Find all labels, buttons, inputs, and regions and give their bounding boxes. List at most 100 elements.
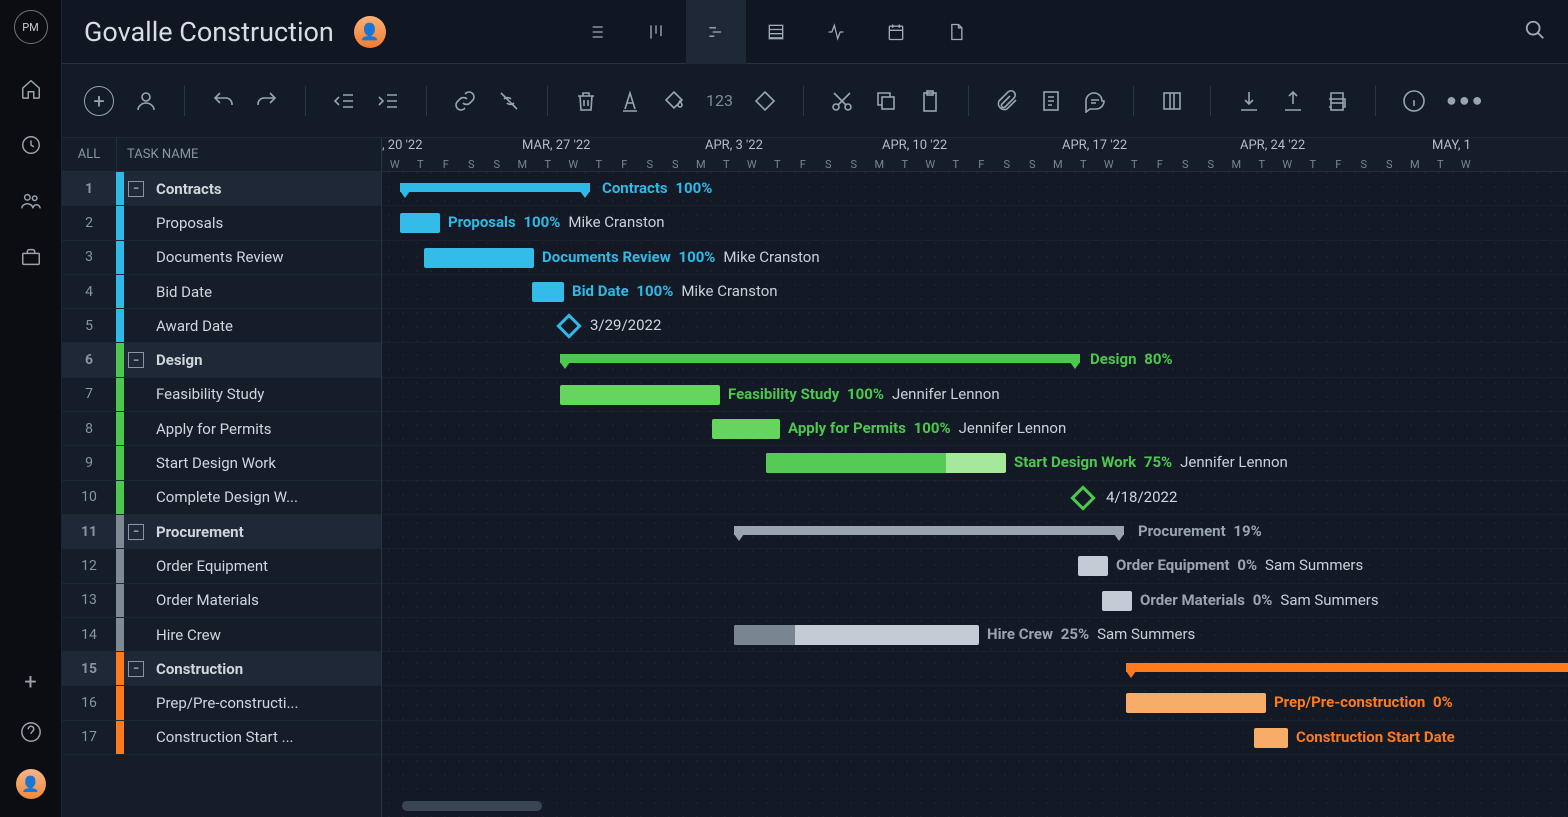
gantt-summary-bar[interactable]: [734, 526, 1124, 535]
task-group-row[interactable]: 1−Contracts: [62, 172, 381, 206]
undo-icon[interactable]: [211, 89, 235, 113]
gantt-task-bar[interactable]: [532, 282, 564, 302]
add-task-button[interactable]: +: [84, 86, 114, 116]
task-name-label: Complete Design W...: [124, 488, 298, 506]
attachment-icon[interactable]: [995, 89, 1019, 113]
gantt-task-bar[interactable]: [734, 625, 979, 645]
task-row[interactable]: 9Start Design Work: [62, 446, 381, 480]
gantt-milestone[interactable]: [1070, 485, 1095, 510]
import-icon[interactable]: [1237, 89, 1261, 113]
redo-icon[interactable]: [255, 89, 279, 113]
indent-icon[interactable]: [376, 89, 400, 113]
timeline-day: W: [739, 158, 765, 171]
task-row[interactable]: 4Bid Date: [62, 275, 381, 309]
col-task-name[interactable]: TASK NAME: [117, 147, 381, 162]
export-icon[interactable]: [1281, 89, 1305, 113]
gantt-summary-bar[interactable]: [400, 183, 590, 192]
team-icon[interactable]: [20, 190, 42, 212]
gantt-task-bar[interactable]: [400, 213, 440, 233]
gantt-task-bar[interactable]: [560, 385, 720, 405]
timeline-day: T: [765, 158, 791, 171]
timeline-day: F: [790, 158, 816, 171]
timeline-day: W: [1453, 158, 1479, 171]
more-icon[interactable]: ●●●: [1446, 90, 1485, 111]
timeline-date: APR, 24 '22: [1240, 138, 1305, 153]
collapse-icon[interactable]: −: [128, 181, 144, 197]
timeline-day: T: [1428, 158, 1454, 171]
gantt-task-bar[interactable]: [766, 453, 1006, 473]
gantt-task-bar[interactable]: [712, 419, 780, 439]
gantt-task-bar[interactable]: [424, 248, 534, 268]
timeline-day: T: [535, 158, 561, 171]
task-group-row[interactable]: 11−Procurement: [62, 515, 381, 549]
task-row[interactable]: 14Hire Crew: [62, 618, 381, 652]
gantt-task-bar[interactable]: [1126, 693, 1266, 713]
gantt-bar-label: Documents Review 100%Mike Cranston: [542, 248, 820, 266]
copy-icon[interactable]: [874, 89, 898, 113]
view-board-icon[interactable]: [626, 0, 686, 64]
view-gantt-icon[interactable]: [686, 0, 746, 64]
gantt-milestone[interactable]: [556, 313, 581, 338]
collapse-icon[interactable]: −: [128, 661, 144, 677]
gantt-summary-bar[interactable]: [560, 354, 1080, 363]
add-icon[interactable]: +: [24, 670, 36, 695]
user-avatar[interactable]: 👤: [16, 769, 46, 799]
notes-icon[interactable]: [1039, 89, 1063, 113]
view-file-icon[interactable]: [926, 0, 986, 64]
task-row[interactable]: 3Documents Review: [62, 241, 381, 275]
clock-icon[interactable]: [20, 134, 42, 156]
info-icon[interactable]: [1402, 89, 1426, 113]
fill-color-icon[interactable]: [662, 89, 686, 113]
task-row[interactable]: 8Apply for Permits: [62, 412, 381, 446]
task-row[interactable]: 13Order Materials: [62, 584, 381, 618]
timeline-day: W: [382, 158, 408, 171]
home-icon[interactable]: [20, 78, 42, 100]
search-button[interactable]: [1524, 19, 1546, 45]
gantt-chart[interactable]: , 20 '22 MAR, 27 '22APR, 3 '22APR, 10 '2…: [382, 138, 1568, 817]
task-row[interactable]: 7Feasibility Study: [62, 378, 381, 412]
cut-icon[interactable]: [830, 89, 854, 113]
task-row[interactable]: 16Prep/Pre-constructi...: [62, 686, 381, 720]
gantt-row: Prep/Pre-construction 0%: [382, 686, 1568, 720]
task-row[interactable]: 17Construction Start ...: [62, 721, 381, 755]
view-sheet-icon[interactable]: [746, 0, 806, 64]
project-owner-avatar[interactable]: 👤: [354, 16, 386, 48]
app-logo[interactable]: PM: [14, 10, 48, 44]
paste-icon[interactable]: [918, 89, 942, 113]
task-group-row[interactable]: 15−Construction: [62, 652, 381, 686]
timeline-day: S: [1020, 158, 1046, 171]
columns-icon[interactable]: [1160, 89, 1184, 113]
timeline-day: S: [1173, 158, 1199, 171]
task-row[interactable]: 2Proposals: [62, 206, 381, 240]
view-list-icon[interactable]: [566, 0, 626, 64]
comment-icon[interactable]: [1083, 89, 1107, 113]
task-name-label: Order Materials: [124, 591, 259, 609]
task-group-row[interactable]: 6−Design: [62, 343, 381, 377]
assign-icon[interactable]: [134, 89, 158, 113]
help-icon[interactable]: [20, 721, 42, 743]
gantt-row: Bid Date 100%Mike Cranston: [382, 275, 1568, 309]
gantt-task-bar[interactable]: [1254, 728, 1288, 748]
col-all[interactable]: ALL: [62, 147, 116, 162]
view-calendar-icon[interactable]: [866, 0, 926, 64]
text-color-icon[interactable]: [618, 89, 642, 113]
delete-icon[interactable]: [574, 89, 598, 113]
collapse-icon[interactable]: −: [128, 352, 144, 368]
print-icon[interactable]: [1325, 89, 1349, 113]
toolbar-number[interactable]: 123: [706, 91, 733, 110]
task-row[interactable]: 10Complete Design W...: [62, 481, 381, 515]
outdent-icon[interactable]: [332, 89, 356, 113]
unlink-icon[interactable]: [497, 89, 521, 113]
link-icon[interactable]: [453, 89, 477, 113]
gantt-summary-bar[interactable]: [1126, 663, 1568, 672]
horizontal-scrollbar[interactable]: [402, 801, 542, 811]
task-row[interactable]: 5Award Date: [62, 309, 381, 343]
left-nav-rail: PM + 👤: [0, 0, 62, 817]
view-activity-icon[interactable]: [806, 0, 866, 64]
collapse-icon[interactable]: −: [128, 524, 144, 540]
briefcase-icon[interactable]: [20, 246, 42, 268]
gantt-task-bar[interactable]: [1078, 556, 1108, 576]
gantt-task-bar[interactable]: [1102, 591, 1132, 611]
milestone-icon[interactable]: [753, 89, 777, 113]
task-row[interactable]: 12Order Equipment: [62, 549, 381, 583]
